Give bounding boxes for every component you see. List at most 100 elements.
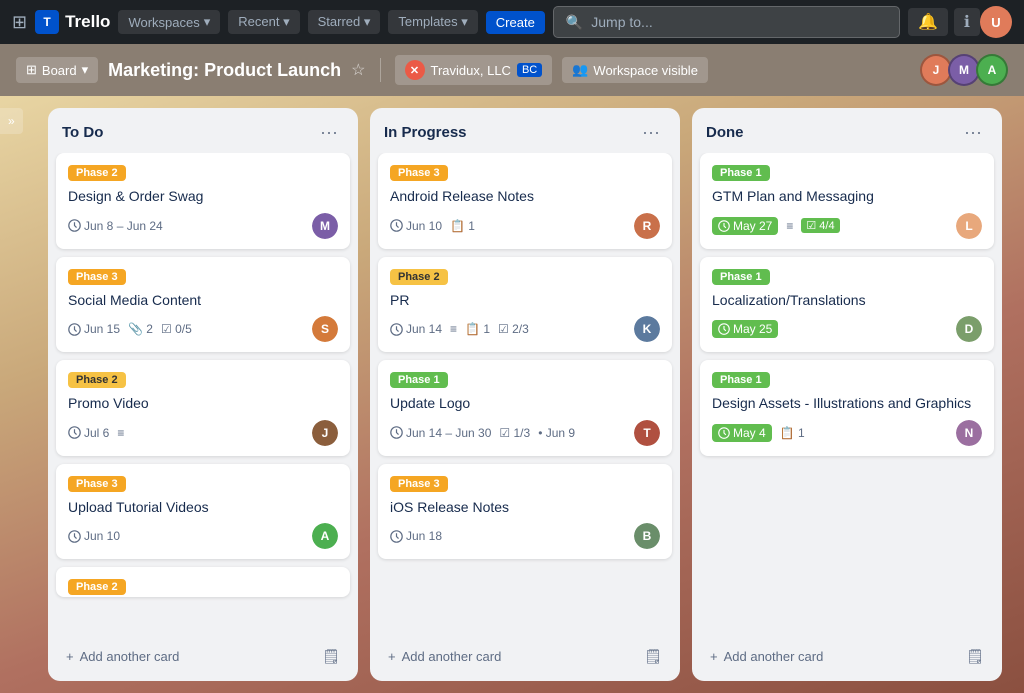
card-tutorial-videos[interactable]: Phase 3 Upload Tutorial Videos Jun 10 A (56, 464, 350, 560)
add-card-inprogress[interactable]: + Add another card 🗒 (378, 640, 672, 673)
templates-button[interactable]: Templates ▾ (388, 10, 477, 34)
add-card-left: + Add another card (388, 649, 501, 664)
star-icon[interactable]: ☆ (351, 60, 365, 80)
card-android-release[interactable]: Phase 3 Android Release Notes Jun 10 📋 1… (378, 153, 672, 249)
card-template-icon: 🗒 (644, 648, 662, 665)
card-description: ≡ (786, 219, 793, 233)
card-design-swag[interactable]: Phase 2 Design & Order Swag Jun 8 – Jun … (56, 153, 350, 249)
search-icon: 🔍 (566, 14, 583, 31)
card-tag: Phase 1 (712, 165, 770, 181)
chevron-down-icon: ▾ (204, 14, 211, 30)
list-inprogress: In Progress ··· Phase 3 Android Release … (370, 108, 680, 681)
info-button[interactable]: ℹ (954, 8, 980, 36)
card-ios-release[interactable]: Phase 3 iOS Release Notes Jun 18 B (378, 464, 672, 560)
card-checklist: ☑ 1/3 (499, 426, 530, 440)
card-meta: Jun 15 📎 2 ☑ 0/5 (68, 322, 192, 336)
trello-wordmark: Trello (65, 12, 110, 32)
starred-button[interactable]: Starred ▾ (308, 10, 381, 34)
card-tag: Phase 1 (712, 269, 770, 285)
card-tag: Phase 2 (68, 579, 126, 595)
card-promo-video[interactable]: Phase 2 Promo Video Jul 6 ≡ J (56, 360, 350, 456)
card-bookmark: 📋 1 (450, 219, 475, 233)
card-template-icon: 🗒 (322, 648, 340, 665)
card-title: Promo Video (68, 394, 338, 414)
card-design-assets[interactable]: Phase 1 Design Assets - Illustrations an… (700, 360, 994, 456)
recent-button[interactable]: Recent ▾ (228, 10, 299, 34)
top-nav: ⊞ T Trello Workspaces ▾ Recent ▾ Starred… (0, 0, 1024, 44)
card-footer: Jul 6 ≡ J (68, 420, 338, 446)
cards-todo: Phase 2 Design & Order Swag Jun 8 – Jun … (48, 153, 358, 636)
card-title: PR (390, 291, 660, 311)
card-checklist-complete: ☑ 4/4 (801, 218, 839, 233)
card-title: Design & Order Swag (68, 187, 338, 207)
visibility-icon: 👥 (572, 62, 588, 78)
card-meta: Jun 8 – Jun 24 (68, 219, 163, 233)
card-meta: Jul 6 ≡ (68, 426, 124, 440)
board-title: Marketing: Product Launch (108, 60, 341, 81)
search-bar[interactable]: 🔍 (553, 6, 900, 38)
nav-right: 🔔 ℹ U (908, 6, 1012, 38)
card-pr[interactable]: Phase 2 PR Jun 14 ≡ 📋 1 ☑ 2/3 K (378, 257, 672, 353)
workspace-badge[interactable]: ✕ Travidux, LLC BC (395, 55, 553, 85)
header-avatar-3[interactable]: A (976, 54, 1008, 86)
card-title: Social Media Content (68, 291, 338, 311)
card-gtm-plan[interactable]: Phase 1 GTM Plan and Messaging May 27 ≡ … (700, 153, 994, 249)
list-menu-done[interactable]: ··· (958, 120, 988, 145)
card-meta: Jun 10 (68, 529, 120, 543)
list-menu-todo[interactable]: ··· (314, 120, 344, 145)
list-header-inprogress: In Progress ··· (370, 108, 680, 153)
card-footer: Jun 8 – Jun 24 M (68, 213, 338, 239)
plus-icon: + (388, 649, 396, 664)
workspace-badge-icon: ✕ (405, 60, 425, 80)
list-todo: To Do ··· Phase 2 Design & Order Swag Ju… (48, 108, 358, 681)
board-view-label: Board (42, 63, 77, 78)
card-avatar: R (634, 213, 660, 239)
chevron-down-icon: ▾ (82, 62, 89, 78)
card-footer: Jun 14 – Jun 30 ☑ 1/3 • Jun 9 T (390, 420, 660, 446)
card-date: Jun 14 – Jun 30 (390, 426, 491, 440)
trello-logo-box: T (35, 10, 59, 34)
trello-logo: T Trello (35, 10, 110, 34)
card-tag: Phase 3 (68, 269, 126, 285)
board-view-button[interactable]: ⊞ Board ▾ (16, 57, 98, 83)
card-date: Jun 10 (390, 219, 442, 233)
user-avatar[interactable]: U (980, 6, 1012, 38)
card-title: Android Release Notes (390, 187, 660, 207)
card-avatar: S (312, 316, 338, 342)
card-avatar: B (634, 523, 660, 549)
card-partial[interactable]: Phase 2 (56, 567, 350, 597)
notifications-button[interactable]: 🔔 (908, 8, 948, 36)
board-header: ⊞ Board ▾ Marketing: Product Launch ☆ ✕ … (0, 44, 1024, 96)
card-date: Jun 15 (68, 322, 120, 336)
add-card-done[interactable]: + Add another card 🗒 (700, 640, 994, 673)
add-card-todo[interactable]: + Add another card 🗒 (56, 640, 350, 673)
list-title-done: Done (706, 124, 744, 141)
sidebar-toggle[interactable]: » (0, 108, 23, 134)
list-menu-inprogress[interactable]: ··· (636, 120, 666, 145)
card-footer: Jun 18 B (390, 523, 660, 549)
search-input[interactable] (591, 14, 887, 30)
workspaces-button[interactable]: Workspaces ▾ (118, 10, 220, 34)
card-footer: Jun 14 ≡ 📋 1 ☑ 2/3 K (390, 316, 660, 342)
card-footer: Jun 10 📋 1 R (390, 213, 660, 239)
card-description: ≡ (450, 322, 457, 336)
header-avatars: J M A (920, 54, 1008, 86)
list-title-todo: To Do (62, 124, 103, 141)
grid-icon[interactable]: ⊞ (12, 12, 27, 33)
visibility-button[interactable]: 👥 Workspace visible (562, 57, 708, 83)
card-meta: May 25 (712, 320, 778, 338)
create-button[interactable]: Create (486, 11, 545, 34)
add-card-left: + Add another card (710, 649, 823, 664)
card-date: Jun 10 (68, 529, 120, 543)
card-avatar: J (312, 420, 338, 446)
card-date-badge: May 27 (712, 217, 778, 235)
card-attachments: 📎 2 (128, 322, 153, 336)
card-tag: Phase 3 (390, 476, 448, 492)
card-localization[interactable]: Phase 1 Localization/Translations May 25… (700, 257, 994, 353)
plus-icon: + (66, 649, 74, 664)
card-social-media[interactable]: Phase 3 Social Media Content Jun 15 📎 2 … (56, 257, 350, 353)
add-card-label: Add another card (402, 649, 502, 664)
card-attachment-count: 📋 1 (465, 322, 490, 336)
card-update-logo[interactable]: Phase 1 Update Logo Jun 14 – Jun 30 ☑ 1/… (378, 360, 672, 456)
card-description: ≡ (117, 426, 124, 440)
